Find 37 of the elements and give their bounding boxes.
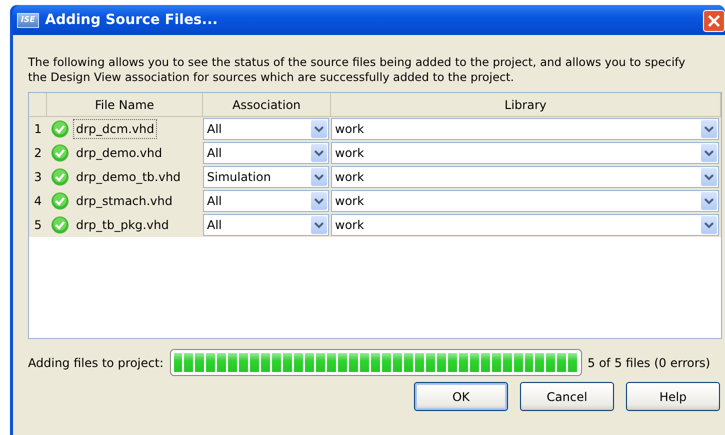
dropdown[interactable]: work (331, 142, 719, 164)
caret-icon (311, 120, 327, 138)
window-title: Adding Source Files... (45, 10, 218, 30)
dropdown[interactable]: Simulation (203, 166, 329, 188)
caret-icon (701, 192, 717, 210)
caret-icon (311, 144, 327, 162)
dialog-button[interactable]: Help (626, 382, 720, 411)
file-name: drp_tb_pkg.vhd (75, 217, 170, 234)
caret-icon (701, 120, 717, 138)
column-header: File Name (47, 93, 203, 116)
progress-label: Adding files to project: (28, 354, 164, 372)
caret-icon (311, 216, 327, 234)
close-button[interactable] (703, 10, 725, 32)
file-name: drp_demo.vhd (75, 145, 164, 162)
caret-icon (311, 168, 327, 186)
dropdown[interactable]: work (331, 166, 719, 188)
caret-icon (311, 192, 327, 210)
dialog-button[interactable]: Cancel (520, 382, 614, 411)
description-text: The following allows you to see the status of the source files being added to the project, and allows you to specify the Design View association for sources which are successfully added to the project. (28, 55, 686, 85)
caret-icon (701, 168, 717, 186)
column-header: Library (331, 93, 721, 116)
dropdown[interactable]: All (203, 118, 329, 140)
file-name: drp_demo_tb.vhd (75, 169, 182, 186)
dropdown[interactable]: work (331, 118, 719, 140)
dropdown[interactable]: work (331, 214, 719, 236)
caret-icon (701, 144, 717, 162)
progress-reading: 5 of 5 files (0 errors) (588, 354, 710, 372)
app-logo: ISE (17, 12, 39, 28)
file-name: drp_stmach.vhd (75, 193, 174, 210)
dialog-button[interactable]: OK (414, 382, 508, 411)
dropdown[interactable]: All (203, 214, 329, 236)
dropdown[interactable]: work (331, 190, 719, 212)
caret-icon (701, 216, 717, 234)
file-name: drp_dcm.vhd (73, 119, 158, 139)
dropdown[interactable]: All (203, 190, 329, 212)
column-header: Association (203, 93, 331, 116)
dropdown[interactable]: All (203, 142, 329, 164)
